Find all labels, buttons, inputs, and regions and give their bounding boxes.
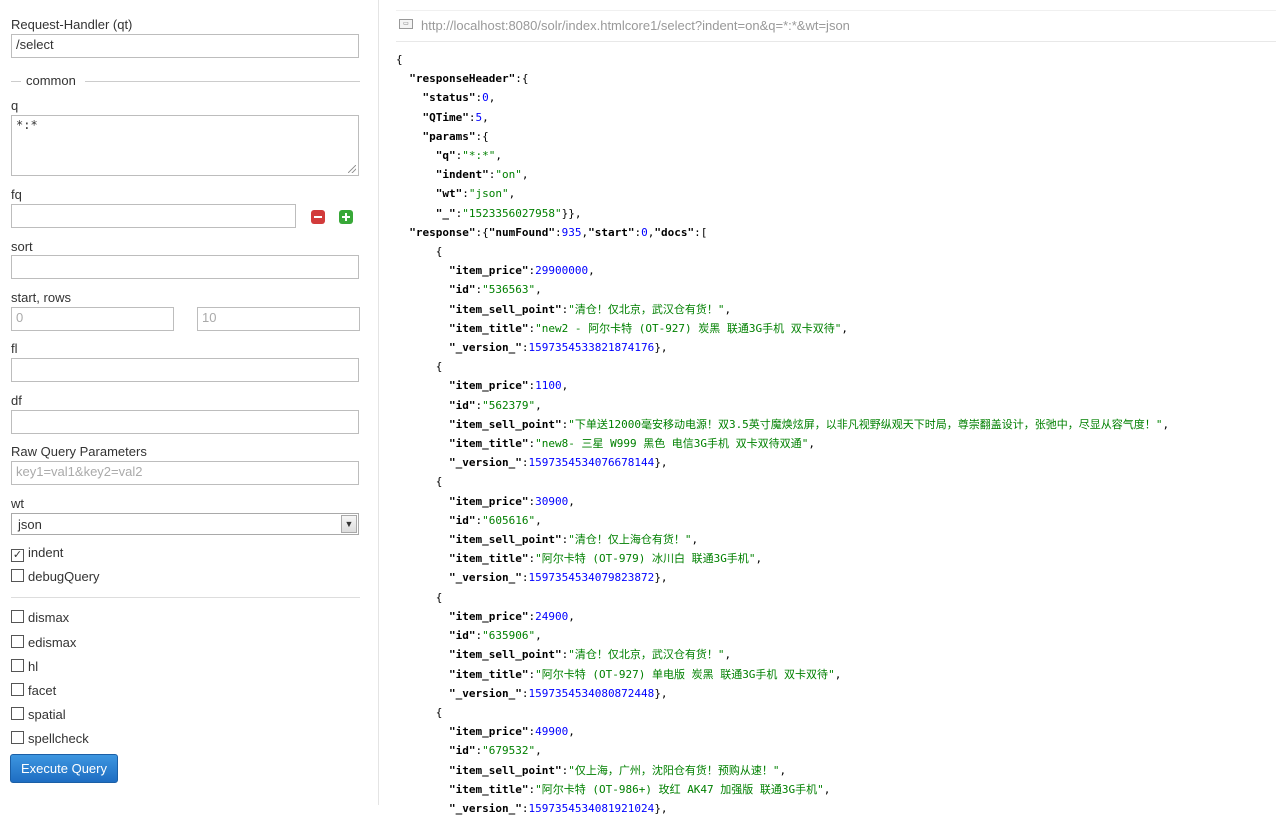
request-handler-input[interactable]: /select xyxy=(11,34,359,58)
doc-version: 1597354534081921024 xyxy=(528,801,655,815)
edismax-checkbox[interactable]: edismax xyxy=(11,635,76,651)
doc-version: 1597354534080872448 xyxy=(528,686,655,700)
fl-input[interactable] xyxy=(11,358,359,382)
doc-price: 30900 xyxy=(535,494,569,508)
doc-sell-point: 清仓！仅北京，武汉仓有货！ xyxy=(574,302,718,316)
wt-label: wt xyxy=(11,496,24,511)
doc-price: 1100 xyxy=(535,379,562,393)
fq-label: fq xyxy=(11,187,22,202)
checkbox-icon[interactable] xyxy=(11,635,24,648)
chevron-down-icon[interactable]: ▼ xyxy=(341,515,357,533)
doc-version: 1597354533821874176 xyxy=(528,341,655,355)
doc-id: 635906 xyxy=(488,629,529,643)
checkbox-checked-icon[interactable]: ✓ xyxy=(11,549,24,562)
hl-checkbox[interactable]: hl xyxy=(11,659,38,675)
q-label: q xyxy=(11,98,19,113)
doc-title: 阿尔卡特 (OT-986+) 玫红 AK47 加强版 联通3G手机 xyxy=(541,782,818,796)
doc-id: 536563 xyxy=(488,283,529,297)
add-fq-icon[interactable] xyxy=(339,210,353,224)
indent-checkbox[interactable]: ✓ indent xyxy=(11,545,63,562)
doc-title: new2 - 阿尔卡特 (OT-927) 炭黑 联通3G手机 双卡双待 xyxy=(541,321,835,335)
doc-sell-point: 清仓！仅北京，武汉仓有货！ xyxy=(574,648,718,662)
start-value: 0 xyxy=(641,225,648,239)
doc-id: 562379 xyxy=(488,398,529,412)
param-wt-value: json xyxy=(475,187,503,201)
doc-version: 1597354534079823872 xyxy=(528,571,655,585)
checkbox-icon[interactable] xyxy=(11,707,24,720)
doc-price: 24900 xyxy=(535,609,569,623)
doc-id: 679532 xyxy=(488,744,529,758)
df-label: df xyxy=(11,393,22,408)
q-value: *:* xyxy=(16,118,38,132)
sort-input[interactable] xyxy=(11,255,359,279)
url-link-icon: ▭ xyxy=(399,19,413,29)
doc-sell-point: 清仓！仅上海仓有货！ xyxy=(574,533,685,547)
doc-id: 605616 xyxy=(488,513,529,527)
spatial-checkbox[interactable]: spatial xyxy=(11,707,66,723)
doc-price: 49900 xyxy=(535,725,569,739)
doc-sell-point: 下单送12000毫安移动电源！双3.5英寸魔焕炫屏，以非凡视野纵观天下时局，尊崇… xyxy=(574,417,1156,431)
doc-version: 1597354534076678144 xyxy=(528,456,655,470)
sort-label: sort xyxy=(11,239,33,254)
param-underscore-value: 1523356027958 xyxy=(468,206,555,220)
doc-title: 阿尔卡特 (OT-979) 冰川白 联通3G手机 xyxy=(541,552,749,566)
execute-query-button[interactable]: Execute Query xyxy=(10,754,118,783)
debug-query-checkbox[interactable]: debugQuery xyxy=(11,569,100,585)
spellcheck-checkbox[interactable]: spellcheck xyxy=(11,731,89,747)
resize-grip-icon[interactable] xyxy=(348,165,356,173)
doc-sell-point: 仅上海，广州，沈阳仓有货！预购从速！ xyxy=(574,763,773,777)
num-found-value: 935 xyxy=(561,225,582,239)
common-label: common xyxy=(26,73,76,88)
rows-input[interactable]: 10 xyxy=(197,307,360,331)
checkbox-icon[interactable] xyxy=(11,610,24,623)
dismax-checkbox[interactable]: dismax xyxy=(11,610,69,626)
facet-checkbox[interactable]: facet xyxy=(11,683,56,699)
start-input[interactable]: 0 xyxy=(11,307,174,331)
checkbox-icon[interactable] xyxy=(11,569,24,582)
divider xyxy=(11,597,360,598)
raw-params-input[interactable]: key1=val1&key2=val2 xyxy=(11,461,359,485)
remove-fq-icon[interactable] xyxy=(311,210,325,224)
checkbox-icon[interactable] xyxy=(11,731,24,744)
param-q-value: *:* xyxy=(468,149,489,163)
doc-price: 29900000 xyxy=(535,264,589,278)
checkbox-icon[interactable] xyxy=(11,659,24,672)
doc-title: 阿尔卡特 (OT-927) 单电版 炭黑 联通3G手机 双卡双待 xyxy=(541,667,829,681)
request-handler-label: Request-Handler (qt) xyxy=(11,17,133,32)
response-url-bar: ▭ http://localhost:8080/solr/index.htmlc… xyxy=(396,10,1276,42)
checkbox-icon[interactable] xyxy=(11,683,24,696)
response-url-link[interactable]: http://localhost:8080/solr/index.htmlcor… xyxy=(421,18,850,33)
wt-selected-value: json xyxy=(18,517,42,532)
df-input[interactable] xyxy=(11,410,359,434)
fl-label: fl xyxy=(11,341,18,356)
status-value: 0 xyxy=(482,91,489,105)
q-textarea[interactable]: *:* xyxy=(11,115,359,176)
start-rows-label: start, rows xyxy=(11,290,71,305)
query-form-panel: Request-Handler (qt) /select common q *:… xyxy=(0,0,379,805)
qtime-value: 5 xyxy=(475,110,483,124)
doc-title: new8- 三星 W999 黑色 电信3G手机 双卡双待双通 xyxy=(541,437,802,451)
fq-input[interactable] xyxy=(11,204,296,228)
common-section-divider: common xyxy=(11,73,360,88)
json-response: { "responseHeader":{ "status":0, "QTime"… xyxy=(396,53,1170,815)
raw-params-label: Raw Query Parameters xyxy=(11,444,147,459)
wt-select[interactable]: json ▼ xyxy=(11,513,359,535)
param-indent-value: on xyxy=(502,168,516,182)
